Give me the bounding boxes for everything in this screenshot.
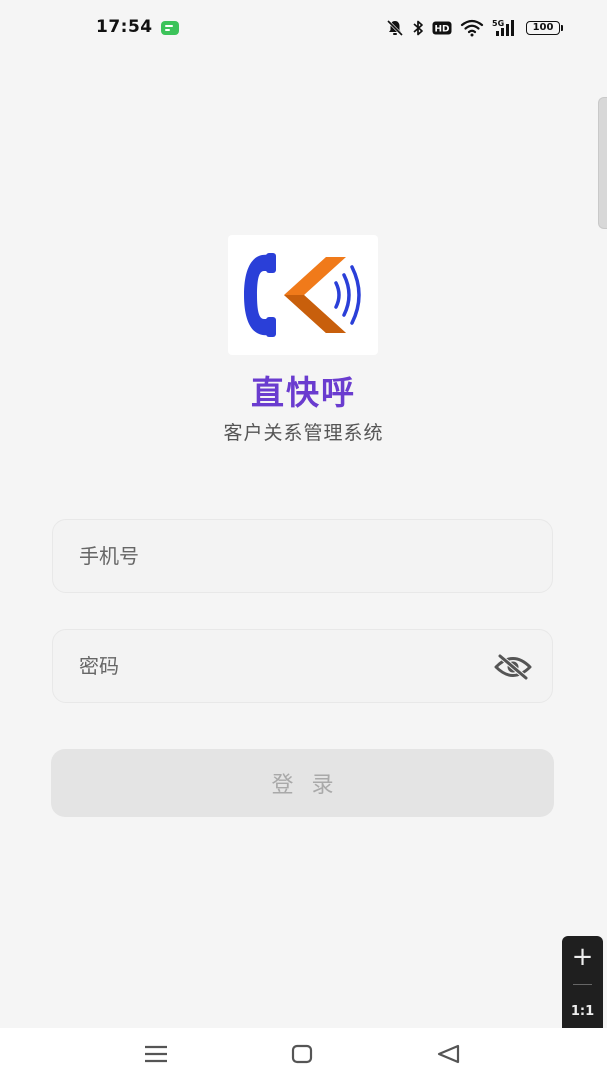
login-button[interactable]: 登录: [51, 749, 554, 817]
eye-off-icon[interactable]: [494, 654, 532, 680]
password-input[interactable]: [79, 630, 479, 702]
status-indicators: HD 5G 100: [386, 17, 563, 39]
phone-input[interactable]: [79, 520, 479, 592]
navigation-bar: [0, 1028, 607, 1080]
home-icon[interactable]: [282, 1042, 322, 1066]
zoom-ratio-button[interactable]: 1:1: [562, 1004, 603, 1019]
menu-icon[interactable]: [136, 1042, 176, 1066]
hd-icon: HD: [432, 21, 452, 35]
status-bar: 17:54 HD 5G 100: [0, 0, 607, 56]
battery-tip: [561, 25, 563, 31]
network-type-text: 5G: [492, 19, 504, 28]
zoom-out-button[interactable]: [573, 984, 592, 985]
signal-5g-icon: 5G: [492, 19, 518, 37]
hd-badge-text: HD: [434, 25, 449, 35]
wifi-icon: [460, 19, 484, 37]
zoom-in-button[interactable]: +: [562, 940, 603, 974]
battery-level: 100: [526, 21, 560, 35]
message-icon: [160, 20, 180, 36]
logo-graphic: [244, 253, 361, 337]
bluetooth-icon: [412, 19, 424, 37]
status-time: 17:54: [96, 17, 153, 37]
edge-panel-handle[interactable]: [598, 97, 607, 229]
mute-icon: [386, 19, 404, 37]
app-subtitle: 客户关系管理系统: [223, 422, 384, 444]
battery-icon: 100: [526, 21, 563, 35]
back-icon[interactable]: [428, 1042, 468, 1066]
app-name: 直快呼: [251, 373, 356, 412]
password-field[interactable]: [52, 629, 553, 703]
app-logo: [228, 235, 378, 355]
phone-field[interactable]: [52, 519, 553, 593]
